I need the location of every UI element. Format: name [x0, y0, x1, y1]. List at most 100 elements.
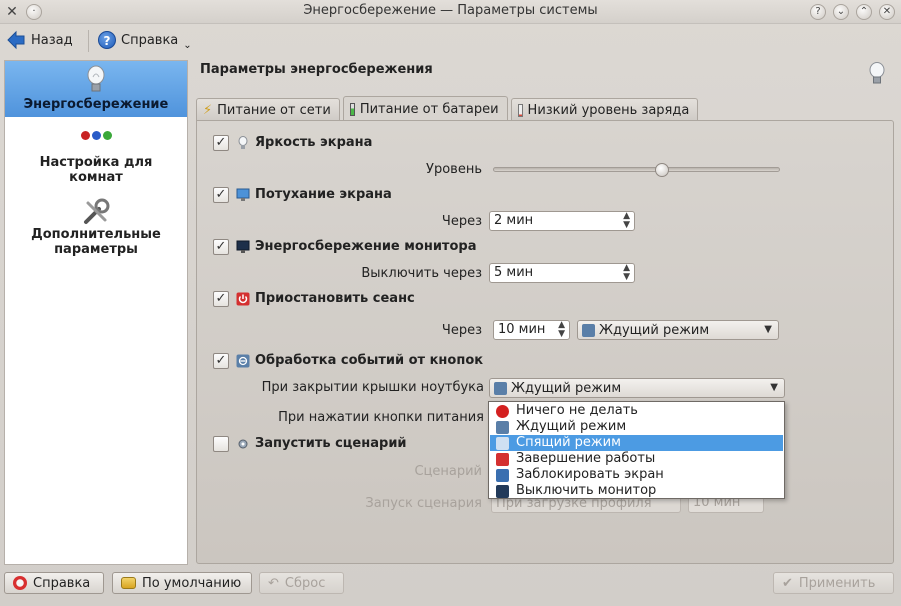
monitor-icon [236, 240, 250, 253]
power-button-label: При нажатии кнопки питания [278, 410, 484, 425]
option-label: Заблокировать экран [516, 467, 664, 482]
undo-icon: ↶ [268, 575, 279, 591]
settings-window: ✕ · Энергосбережение — Параметры системы… [0, 0, 901, 606]
tab-label: Питание от сети [217, 102, 331, 118]
chevron-down-icon: ▼ [770, 382, 778, 393]
chevron-down-icon: ▼ [764, 324, 772, 335]
dropdown-option-standby[interactable]: Ждущий режим [490, 419, 783, 435]
standby-icon [496, 421, 509, 434]
help-button-label: Справка [33, 575, 91, 591]
run-script-checkbox[interactable] [213, 436, 229, 452]
gear-icon [238, 439, 248, 449]
brightness-checkbox[interactable]: ✓ [213, 135, 229, 151]
dpms-label: Энергосбережение монитора [255, 239, 477, 254]
suspend-checkbox[interactable]: ✓ [213, 291, 229, 307]
dropdown-option-nothing[interactable]: Ничего не делать [490, 403, 783, 419]
activities-icon [5, 131, 187, 145]
power-icon [236, 292, 250, 306]
dim-after-label: Через [441, 214, 482, 229]
dropdown-option-hibernate[interactable]: Спящий режим [490, 435, 783, 451]
apply-button[interactable]: ✔ Применить [773, 572, 894, 594]
dpms-checkbox[interactable]: ✓ [213, 239, 229, 255]
chevron-down-icon: ⌄ [183, 39, 192, 51]
help-button[interactable]: Справка [4, 572, 104, 594]
option-label: Ждущий режим [516, 419, 627, 434]
close-icon[interactable]: ✕ [879, 4, 895, 20]
help-window-icon[interactable]: ? [810, 4, 826, 20]
display-icon [236, 188, 250, 201]
suspend-mode-value: Ждущий режим [599, 322, 710, 338]
help-icon: ? [98, 31, 116, 49]
option-label: Спящий режим [516, 435, 621, 450]
maximize-icon[interactable]: ⌃ [856, 4, 872, 20]
sidebar-item-label: Настройка для комнат [39, 155, 153, 185]
tab-low-battery[interactable]: Низкий уровень заряда [510, 98, 699, 121]
lock-icon [496, 469, 509, 482]
dpms-time-spinbox[interactable]: 5 мин ▲ ▼ [489, 263, 635, 283]
dropdown-option-lock[interactable]: Заблокировать экран [490, 467, 783, 483]
monitor-icon [496, 485, 509, 498]
lightbulb-icon [869, 62, 885, 84]
reset-button[interactable]: ↶ Сброс [259, 572, 344, 594]
power-icon [496, 453, 509, 466]
dim-screen-checkbox[interactable]: ✓ [213, 187, 229, 203]
category-sidebar: Энергосбережение Настройка для комнат До… [4, 60, 188, 565]
button-events-label: Обработка событий от кнопок [255, 353, 484, 368]
standby-icon [582, 323, 595, 337]
brightness-label: Яркость экрана [255, 135, 373, 150]
dpms-off-label: Выключить через [361, 266, 482, 281]
lid-close-label: При закрытии крышки ноутбука [261, 380, 484, 395]
battery-low-icon [517, 103, 523, 117]
reset-button-label: Сброс [284, 575, 326, 591]
help-label: Справка [121, 32, 179, 48]
window-title: Энергосбережение — Параметры системы [303, 3, 598, 18]
standby-icon [236, 354, 250, 368]
suspend-time-spinbox[interactable]: 10 мин ▲ ▼ [493, 320, 570, 340]
spin-arrows-icon[interactable]: ▲ ▼ [623, 264, 630, 282]
sidebar-item-label: Дополнительные параметры [31, 227, 161, 257]
standby-icon [494, 381, 507, 395]
defaults-button[interactable]: По умолчанию [112, 572, 252, 594]
tab-battery[interactable]: Питание от батареи [342, 96, 508, 121]
dropdown-option-monitor-off[interactable]: Выключить монитор [490, 483, 783, 499]
sidebar-item-advanced[interactable]: Дополнительные параметры [5, 197, 187, 263]
option-label: Ничего не делать [516, 403, 638, 418]
toolbar-separator [88, 30, 89, 52]
dpms-time-value: 5 мин [494, 265, 534, 280]
help-lifebuoy-icon [13, 576, 27, 590]
dropdown-option-shutdown[interactable]: Завершение работы [490, 451, 783, 467]
tab-ac-power[interactable]: ⚡ Питание от сети [196, 98, 340, 121]
back-label: Назад [31, 32, 73, 48]
battery-icon [349, 102, 355, 116]
hibernate-icon [496, 437, 509, 450]
tab-label: Питание от батареи [359, 101, 499, 117]
sidebar-item-label: Энергосбережение [23, 97, 169, 112]
checkmark-icon: ✔ [782, 575, 793, 591]
dim-time-spinbox[interactable]: 2 мин ▲ ▼ [489, 211, 635, 231]
option-label: Выключить монитор [516, 483, 657, 498]
sidebar-item-power[interactable]: Энергосбережение [5, 61, 187, 117]
power-button-action-dropdown: Ничего не делать Ждущий режим Спящий реж… [488, 401, 785, 499]
suspend-label: Приостановить сеанс [255, 291, 415, 306]
power-source-tabs: ⚡ Питание от сети Питание от батареи Низ… [196, 96, 701, 121]
page-title: Параметры энергосбережения [200, 62, 433, 77]
suspend-mode-select[interactable]: Ждущий режим ▼ [577, 320, 779, 340]
defaults-button-label: По умолчанию [142, 575, 242, 591]
tab-label: Низкий уровень заряда [527, 102, 690, 118]
help-menu-button[interactable]: ? Справка ⌄ [94, 27, 196, 53]
lightbulb-icon [238, 136, 248, 149]
spin-arrows-icon[interactable]: ▲ ▼ [558, 321, 565, 339]
stop-icon [496, 405, 509, 418]
brightness-slider-track[interactable] [493, 167, 780, 172]
dim-screen-label: Потухание экрана [255, 187, 392, 202]
script-path-label: Сценарий [414, 464, 482, 479]
suspend-time-value: 10 мин [498, 322, 546, 337]
title-bar: ✕ · Энергосбережение — Параметры системы… [0, 0, 901, 24]
spin-arrows-icon[interactable]: ▲ ▼ [623, 212, 630, 230]
lid-action-select[interactable]: Ждущий режим ▼ [489, 378, 785, 398]
minimize-icon[interactable]: ⌄ [833, 4, 849, 20]
button-events-checkbox[interactable]: ✓ [213, 353, 229, 369]
back-button[interactable]: Назад [2, 27, 77, 53]
tools-icon [84, 198, 110, 224]
sidebar-item-activities[interactable]: Настройка для комнат [5, 131, 187, 191]
